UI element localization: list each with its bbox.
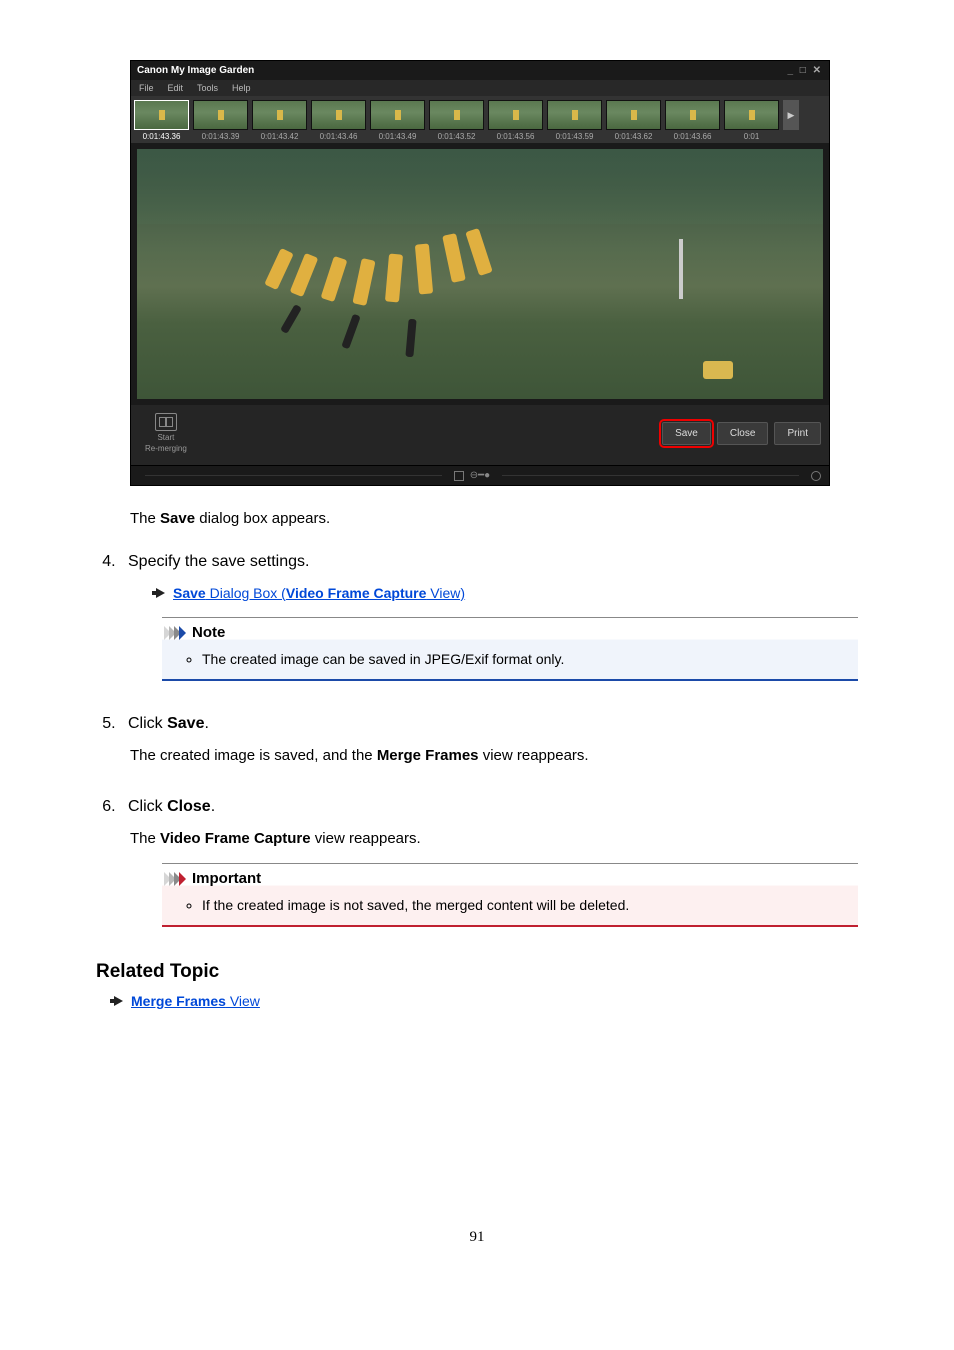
frame-timestamp: 0:01:43.52 (438, 132, 476, 141)
save-button-highlighted: Save (662, 422, 711, 445)
important-callout: Important If the created image is not sa… (162, 863, 858, 927)
important-item: If the created image is not saved, the m… (202, 897, 858, 913)
frame-timestamp: 0:01:43.56 (497, 132, 535, 141)
frame-thumb (370, 100, 425, 130)
note-item: The created image can be saved in JPEG/E… (202, 651, 858, 667)
close-button: Close (717, 422, 769, 445)
link-arrow-icon (156, 588, 165, 598)
frame-timestamp: 0:01:43.36 (143, 132, 181, 141)
frame-thumb (429, 100, 484, 130)
frame-thumb (193, 100, 248, 130)
step-6: Click Close. The Video Frame Capture vie… (120, 798, 858, 927)
link-arrow-icon (114, 996, 123, 1006)
related-topic-heading: Related Topic (96, 961, 858, 983)
strip-scroll-right-icon: ▶ (783, 100, 799, 130)
frame-thumb (547, 100, 602, 130)
important-label: Important (192, 870, 261, 887)
menu-help: Help (232, 83, 251, 93)
frame-thumbnail-strip: 0:01:43.36 0:01:43.39 0:01:43.42 0:01:43… (131, 96, 829, 143)
frame-timestamp: 0:01:43.42 (261, 132, 299, 141)
app-title: Canon My Image Garden (137, 65, 254, 76)
step-4: Specify the save settings. Save Dialog B… (120, 553, 858, 681)
window-controls: _ □ ✕ (787, 65, 823, 76)
frame-thumb (134, 100, 189, 130)
merge-frames-link[interactable]: Merge Frames View (131, 993, 260, 1009)
frame-timestamp: 0:01:43.39 (202, 132, 240, 141)
app-bottom-bar: Start Re-merging Save Close Print (131, 405, 829, 465)
page-number: 91 (96, 1229, 858, 1246)
app-titlebar: Canon My Image Garden _ □ ✕ (131, 61, 829, 80)
frame-thumb (488, 100, 543, 130)
save-dialog-text: The Save dialog box appears. (130, 510, 858, 527)
remerge-icon (155, 413, 177, 431)
frame-timestamp: 0:01:43.46 (320, 132, 358, 141)
frame-thumb (252, 100, 307, 130)
step-5: Click Save. The created image is saved, … (120, 715, 858, 764)
frame-thumb (665, 100, 720, 130)
status-zoom-icon: ⊖━● (470, 470, 490, 481)
status-icon (454, 471, 464, 481)
app-screenshot: Canon My Image Garden _ □ ✕ File Edit To… (130, 60, 858, 486)
frame-timestamp: 0:01:43.62 (615, 132, 653, 141)
frame-thumb (311, 100, 366, 130)
save-dialog-link[interactable]: Save Dialog Box (Video Frame Capture Vie… (173, 585, 465, 601)
frame-timestamp: 0:01 (744, 132, 760, 141)
frame-thumb (724, 100, 779, 130)
frame-timestamp: 0:01:43.49 (379, 132, 417, 141)
note-label: Note (192, 624, 225, 641)
frame-timestamp: 0:01:43.66 (674, 132, 712, 141)
note-callout: Note The created image can be saved in J… (162, 617, 858, 681)
app-status-bar: ⊖━● (131, 465, 829, 485)
menu-tools: Tools (197, 83, 218, 93)
frame-timestamp: 0:01:43.59 (556, 132, 594, 141)
important-chevron-icon (166, 872, 186, 886)
status-plus-icon (811, 471, 821, 481)
print-button: Print (774, 422, 821, 445)
merged-preview (137, 149, 823, 399)
app-menubar: File Edit Tools Help (131, 80, 829, 96)
menu-edit: Edit (168, 83, 184, 93)
menu-file: File (139, 83, 154, 93)
note-chevron-icon (166, 626, 186, 640)
start-remerging-button: Start Re-merging (139, 411, 193, 455)
frame-thumb (606, 100, 661, 130)
